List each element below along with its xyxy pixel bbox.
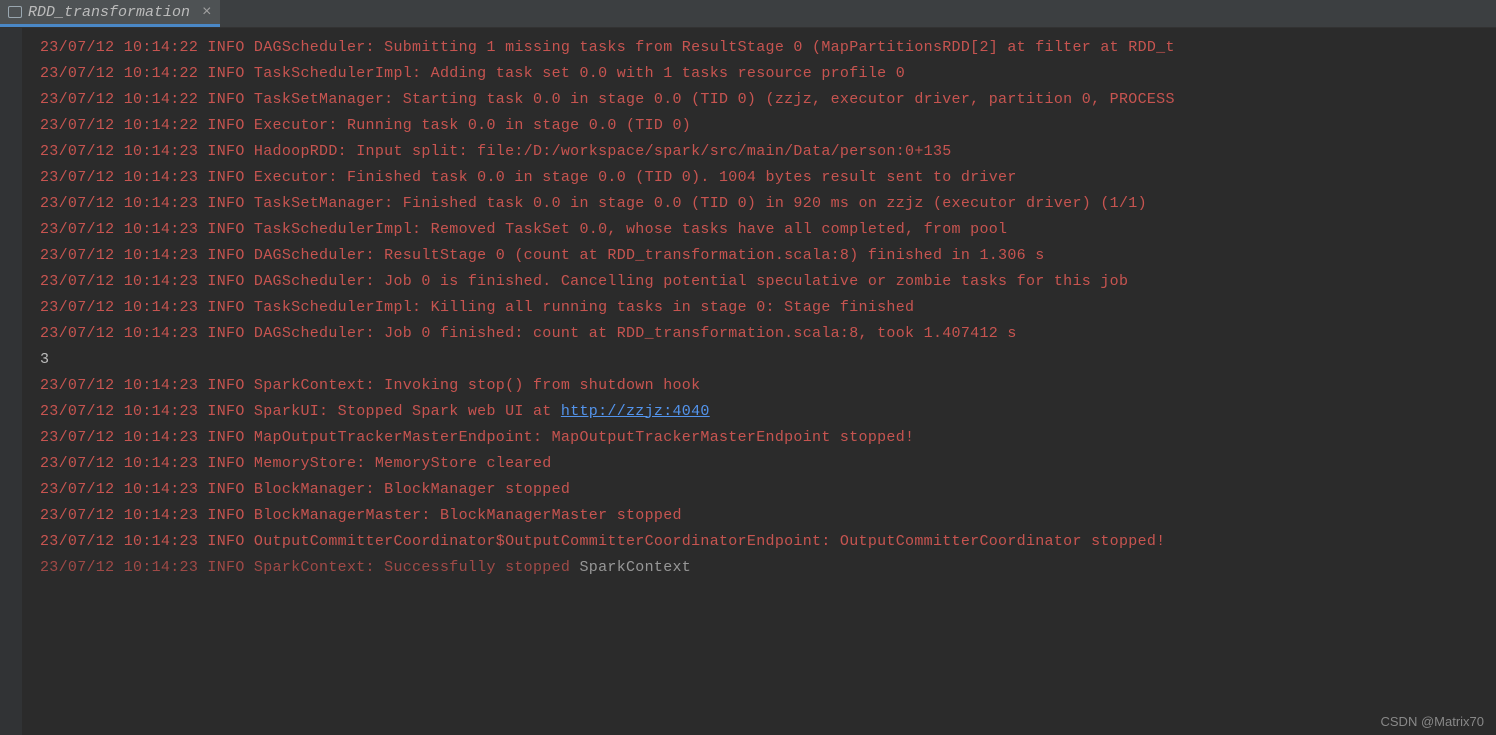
console-text: SparkContext: [579, 559, 691, 576]
console-output[interactable]: 23/07/12 10:14:22 INFO DAGScheduler: Sub…: [0, 28, 1496, 586]
console-line: 23/07/12 10:14:22 INFO Executor: Running…: [40, 112, 1496, 138]
console-line: 23/07/12 10:14:23 INFO MapOutputTrackerM…: [40, 424, 1496, 450]
console-line: 23/07/12 10:14:23 INFO BlockManagerMaste…: [40, 502, 1496, 528]
close-icon[interactable]: ×: [196, 3, 212, 21]
console-line: 23/07/12 10:14:23 INFO DAGScheduler: Job…: [40, 268, 1496, 294]
tab-rdd-transformation[interactable]: RDD_transformation ×: [0, 0, 220, 27]
gutter: [0, 28, 22, 735]
console-tab-icon: [8, 6, 22, 18]
console-line: 23/07/12 10:14:23 INFO HadoopRDD: Input …: [40, 138, 1496, 164]
console-line: 23/07/12 10:14:23 INFO DAGScheduler: Res…: [40, 242, 1496, 268]
console-line: 23/07/12 10:14:23 INFO TaskSetManager: F…: [40, 190, 1496, 216]
spark-ui-link[interactable]: http://zzjz:4040: [561, 403, 710, 420]
tab-title: RDD_transformation: [28, 4, 190, 21]
console-line: 3: [40, 346, 1496, 372]
console-line: 23/07/12 10:14:22 INFO TaskSchedulerImpl…: [40, 60, 1496, 86]
console-line: 23/07/12 10:14:23 INFO MemoryStore: Memo…: [40, 450, 1496, 476]
console-line: 23/07/12 10:14:23 INFO TaskSchedulerImpl…: [40, 216, 1496, 242]
console-line: 23/07/12 10:14:23 INFO OutputCommitterCo…: [40, 528, 1496, 554]
tab-bar: RDD_transformation ×: [0, 0, 1496, 28]
console-line: 23/07/12 10:14:22 INFO TaskSetManager: S…: [40, 86, 1496, 112]
console-line: 23/07/12 10:14:23 INFO SparkContext: Suc…: [40, 554, 1496, 580]
watermark: CSDN @Matrix70: [1381, 714, 1485, 729]
console-line: 23/07/12 10:14:22 INFO DAGScheduler: Sub…: [40, 34, 1496, 60]
console-line: 23/07/12 10:14:23 INFO SparkContext: Inv…: [40, 372, 1496, 398]
console-line: 23/07/12 10:14:23 INFO DAGScheduler: Job…: [40, 320, 1496, 346]
console-line: 23/07/12 10:14:23 INFO BlockManager: Blo…: [40, 476, 1496, 502]
console-line: 23/07/12 10:14:23 INFO TaskSchedulerImpl…: [40, 294, 1496, 320]
console-line: 23/07/12 10:14:23 INFO SparkUI: Stopped …: [40, 398, 1496, 424]
console-line: 23/07/12 10:14:23 INFO Executor: Finishe…: [40, 164, 1496, 190]
